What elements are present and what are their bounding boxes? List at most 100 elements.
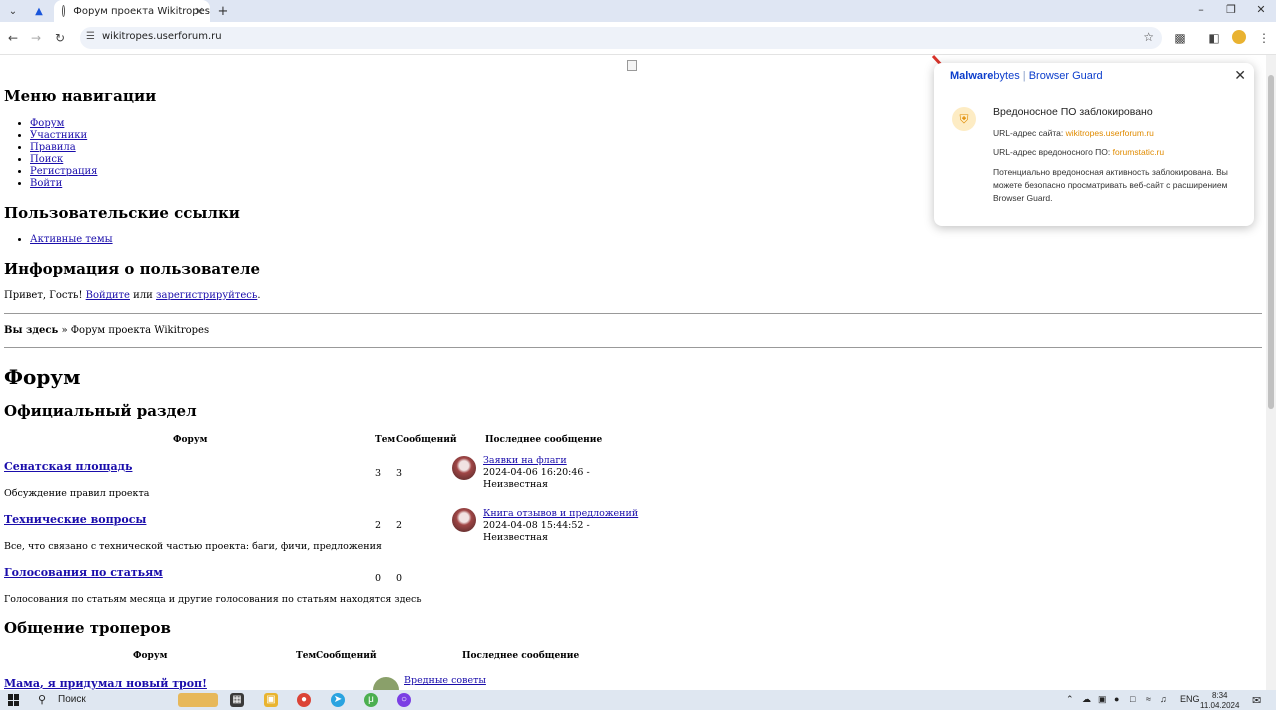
nav-link-login[interactable]: Войти bbox=[30, 178, 62, 189]
forum-title-link[interactable]: Голосования по статьям bbox=[4, 566, 163, 579]
taskbar-clock[interactable]: 8:34 11.04.2024 bbox=[1200, 691, 1239, 711]
user-link-item: Активные темы bbox=[30, 234, 113, 246]
clock-time: 8:34 bbox=[1211, 691, 1228, 700]
popup-description: Потенциально вредоносная активность забл… bbox=[993, 167, 1228, 203]
user-link-active-topics[interactable]: Активные темы bbox=[30, 234, 113, 245]
nav-menu-list: Форум Участники Правила Поиск Регистраци… bbox=[30, 118, 97, 190]
minimize-icon[interactable]: – bbox=[1186, 2, 1216, 18]
app-logo-icon[interactable]: ▲ bbox=[30, 2, 48, 20]
side-panel-icon[interactable]: ◧ bbox=[1206, 30, 1222, 46]
tray-volume-icon[interactable]: ♫ bbox=[1160, 694, 1167, 704]
greeting-text: Привет, Гость! bbox=[4, 290, 83, 301]
site-info-icon[interactable]: ☰ bbox=[86, 31, 95, 42]
forward-arrow-icon[interactable]: → bbox=[28, 30, 44, 46]
windows-start-icon[interactable] bbox=[8, 694, 20, 706]
tray-wifi-icon[interactable]: ≈ bbox=[1146, 694, 1151, 704]
window-close-icon[interactable]: ✕ bbox=[1246, 2, 1276, 18]
tray-device-icon[interactable]: ▣ bbox=[1098, 694, 1107, 705]
login-link[interactable]: Войдите bbox=[86, 290, 130, 301]
restore-icon[interactable]: ❐ bbox=[1216, 2, 1246, 18]
tray-battery-icon[interactable]: □ bbox=[1130, 694, 1135, 704]
last-post-link[interactable]: Вредные советы bbox=[404, 675, 486, 686]
forum-title-link[interactable]: Мама, я придумал новый троп! bbox=[4, 677, 207, 690]
forum-title-link[interactable]: Сенатская площадь bbox=[4, 460, 132, 473]
last-post-author: Неизвестная bbox=[483, 532, 548, 543]
page-scrollbar[interactable] bbox=[1266, 55, 1276, 690]
extensions-puzzle-icon[interactable]: ▩ bbox=[1172, 30, 1188, 46]
scrollbar-thumb[interactable] bbox=[1268, 75, 1274, 409]
telegram-icon[interactable]: ➤ bbox=[331, 693, 345, 707]
weather-widget-icon[interactable] bbox=[178, 693, 218, 707]
taskbar-search-label: Поиск bbox=[58, 694, 86, 705]
greeting-end: . bbox=[257, 290, 261, 301]
breadcrumb-current: Форум проекта Wikitropes bbox=[70, 325, 210, 336]
nav-link-rules[interactable]: Правила bbox=[30, 142, 76, 153]
col-header-posts: Сообщений bbox=[316, 651, 377, 661]
nav-link-search[interactable]: Поиск bbox=[30, 154, 63, 165]
register-link[interactable]: зарегистрируйтесь bbox=[156, 290, 257, 301]
avatar[interactable] bbox=[452, 508, 476, 532]
nav-item: Регистрация bbox=[30, 166, 97, 178]
shield-icon: ⛨ bbox=[952, 107, 976, 131]
divider bbox=[4, 313, 1262, 314]
posts-count: 2 bbox=[396, 520, 403, 531]
nav-link-forum[interactable]: Форум bbox=[30, 118, 64, 129]
malware-blocked-popup: Malwarebytes | Browser Guard ✕ ⛨ Вредоно… bbox=[934, 63, 1254, 226]
globe-icon bbox=[62, 5, 66, 17]
breadcrumb: Вы здесь » Форум проекта Wikitropes bbox=[4, 325, 209, 336]
nav-item: Войти bbox=[30, 178, 97, 190]
tray-mic-icon[interactable]: ● bbox=[1114, 694, 1119, 704]
last-post-meta: 2024-04-08 15:44:52 - Неизвестная bbox=[483, 520, 590, 544]
col-header-posts: Сообщений bbox=[396, 435, 457, 445]
address-url[interactable]: wikitropes.userforum.ru bbox=[102, 31, 222, 42]
posts-count: 3 bbox=[396, 468, 403, 479]
file-explorer-icon[interactable]: ▣ bbox=[264, 693, 278, 707]
forum-description: Голосования по статьям месяца и другие г… bbox=[4, 594, 422, 605]
bookmark-star-icon[interactable]: ☆ bbox=[1143, 30, 1154, 44]
col-header-last: Последнее сообщение bbox=[462, 651, 580, 661]
task-view-icon[interactable]: ▦ bbox=[230, 693, 244, 707]
or-text: или bbox=[133, 290, 153, 301]
section-title: Общение троперов bbox=[4, 619, 171, 637]
discord-icon[interactable]: ○ bbox=[397, 693, 411, 707]
popup-headline: Вредоносное ПО заблокировано bbox=[993, 106, 1153, 118]
chrome-icon[interactable]: ● bbox=[297, 693, 311, 707]
user-links-heading: Пользовательские ссылки bbox=[4, 204, 240, 222]
tray-cloud-icon[interactable]: ☁ bbox=[1082, 694, 1091, 705]
taskbar: ⚲ Поиск ▦ ▣ ● ➤ μ ○ ⌃ ☁ ▣ ● □ ≈ ♫ ENG 8:… bbox=[0, 690, 1276, 710]
breadcrumb-label: Вы здесь bbox=[4, 325, 59, 336]
tray-chevron-icon[interactable]: ⌃ bbox=[1066, 694, 1074, 705]
last-post-link[interactable]: Заявки на флаги bbox=[483, 455, 567, 466]
nav-item: Форум bbox=[30, 118, 97, 130]
brand-rest: bytes bbox=[993, 70, 1020, 82]
tab-close-icon[interactable]: ✕ bbox=[195, 5, 204, 18]
topics-count: 0 bbox=[375, 573, 382, 584]
site-url-value: wikitropes.userforum.ru bbox=[1065, 128, 1154, 138]
avatar[interactable] bbox=[373, 677, 399, 690]
forum-description: Все, что связано с технической частью пр… bbox=[4, 541, 382, 552]
browser-menu-icon[interactable]: ⋮ bbox=[1256, 30, 1272, 46]
nav-menu-heading: Меню навигации bbox=[4, 87, 157, 105]
notifications-icon[interactable]: ✉ bbox=[1252, 694, 1261, 707]
malware-url-value: forumstatic.ru bbox=[1112, 147, 1165, 157]
address-bar[interactable]: ☰ wikitropes.userforum.ru ☆ bbox=[80, 27, 1162, 49]
back-arrow-icon[interactable]: ← bbox=[5, 30, 21, 46]
posts-count: 0 bbox=[396, 573, 403, 584]
search-icon: ⚲ bbox=[38, 694, 47, 706]
nav-link-members[interactable]: Участники bbox=[30, 130, 87, 141]
tab-search-chevron-icon[interactable]: ⌄ bbox=[4, 2, 22, 20]
brand-product: Browser Guard bbox=[1028, 70, 1103, 82]
forum-title-link[interactable]: Технические вопросы bbox=[4, 513, 146, 526]
nav-link-register[interactable]: Регистрация bbox=[30, 166, 97, 177]
user-links-list: Активные темы bbox=[30, 234, 113, 246]
profile-avatar[interactable] bbox=[1232, 30, 1246, 44]
avatar[interactable] bbox=[452, 456, 476, 480]
forum-description: Обсуждение правил проекта bbox=[4, 488, 150, 499]
tray-language[interactable]: ENG bbox=[1180, 694, 1200, 704]
new-tab-plus-icon[interactable]: + bbox=[214, 2, 232, 20]
utorrent-icon[interactable]: μ bbox=[364, 693, 378, 707]
popup-close-icon[interactable]: ✕ bbox=[1234, 67, 1246, 84]
last-post-link[interactable]: Книга отзывов и предложений bbox=[483, 508, 638, 519]
tab-active[interactable]: Форум проекта Wikitropes ✕ bbox=[54, 0, 210, 22]
reload-icon[interactable]: ↻ bbox=[52, 30, 68, 46]
